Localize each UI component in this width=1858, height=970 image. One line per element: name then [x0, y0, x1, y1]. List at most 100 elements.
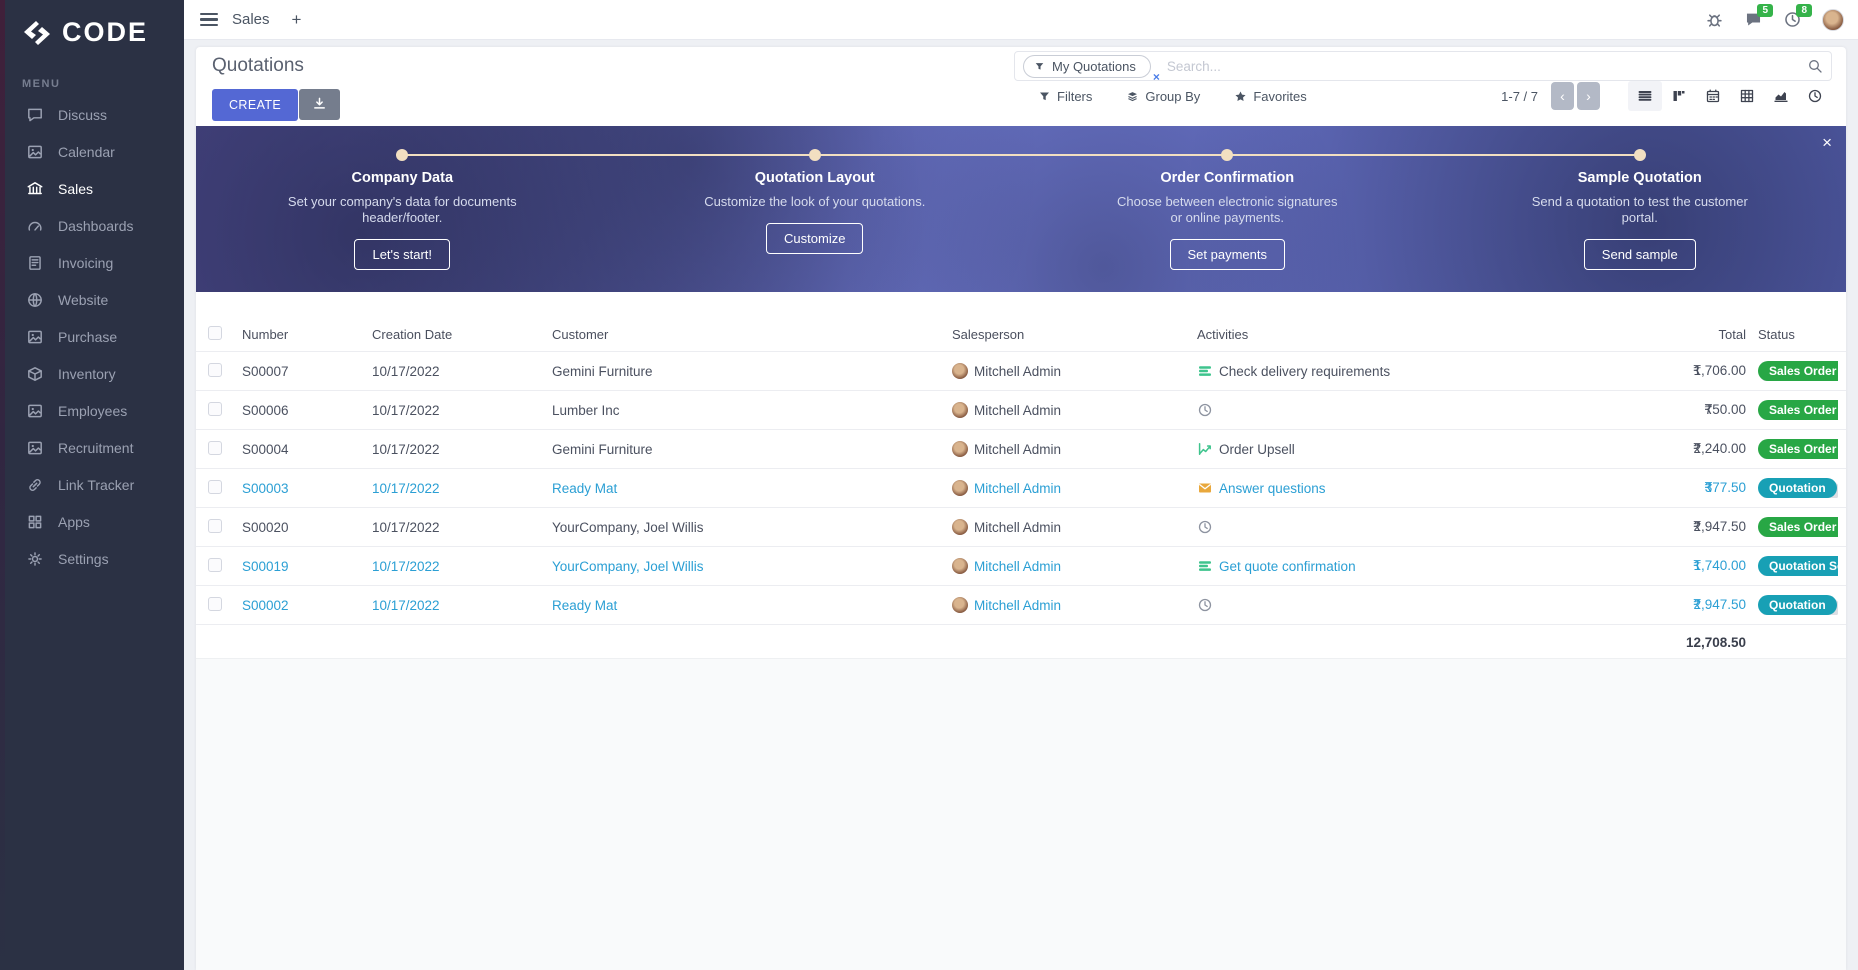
logo-glyph-icon — [20, 20, 54, 46]
view-pivot-button[interactable] — [1730, 81, 1764, 111]
sidebar-item-discuss[interactable]: Discuss — [0, 96, 184, 133]
add-tab-button[interactable]: + — [292, 10, 302, 30]
clock-icon[interactable] — [1197, 597, 1213, 613]
image-icon — [26, 328, 44, 346]
column-total[interactable]: Total — [1578, 327, 1748, 342]
create-button[interactable]: CREATE — [212, 89, 298, 121]
column-status[interactable]: Status — [1748, 327, 1838, 342]
view-calendar-button[interactable] — [1696, 81, 1730, 111]
activity-label[interactable]: Order Upsell — [1219, 442, 1295, 457]
column-activities[interactable]: Activities — [1197, 327, 1578, 342]
row-total: 750.00 — [1705, 402, 1746, 417]
topbar: Sales + 5 8 — [184, 0, 1858, 40]
activity-label[interactable]: Get quote confirmation — [1219, 559, 1356, 574]
step-description: Customize the look of your quotations. — [700, 194, 930, 210]
sidebar-item-sales[interactable]: Sales — [0, 170, 184, 207]
sidebar-item-employees[interactable]: Employees — [0, 392, 184, 429]
view-graph-button[interactable] — [1764, 81, 1798, 111]
app-title[interactable]: Sales — [232, 11, 270, 28]
banner-close-icon[interactable]: × — [1822, 134, 1832, 151]
search-input[interactable] — [1167, 59, 1807, 74]
tasks-icon[interactable] — [1197, 363, 1213, 379]
row-checkbox[interactable] — [208, 402, 222, 416]
table-row[interactable]: S00020 10/17/2022 YourCompany, Joel Will… — [196, 507, 1846, 546]
step-action-button[interactable]: Set payments — [1170, 239, 1286, 270]
table-header: Number Creation Date Customer Salesperso… — [196, 317, 1846, 351]
sidebar-item-invoicing[interactable]: Invoicing — [0, 244, 184, 281]
pager-next-button[interactable]: › — [1577, 82, 1600, 110]
table-row[interactable]: S00003 10/17/2022 Ready Mat Mitchell Adm… — [196, 468, 1846, 507]
row-creation-date: 10/17/2022 — [372, 364, 552, 379]
column-number[interactable]: Number — [242, 327, 372, 342]
onboarding-step: Sample Quotation Send a quotation to tes… — [1434, 126, 1847, 292]
row-number: S00003 — [242, 481, 372, 496]
sidebar-item-settings[interactable]: Settings — [0, 540, 184, 577]
row-salesperson: Mitchell Admin — [974, 364, 1061, 379]
hamburger-menu-icon[interactable] — [200, 10, 218, 29]
column-creation-date[interactable]: Creation Date — [372, 327, 552, 342]
sidebar-item-inventory[interactable]: Inventory — [0, 355, 184, 392]
salesperson-avatar — [952, 558, 968, 574]
sidebar-item-calendar[interactable]: Calendar — [0, 133, 184, 170]
column-customer[interactable]: Customer — [552, 327, 952, 342]
column-salesperson[interactable]: Salesperson — [952, 327, 1197, 342]
debug-bug-icon[interactable] — [1705, 10, 1724, 29]
status-badge: Sales Order — [1758, 400, 1838, 420]
search-icon[interactable] — [1807, 58, 1823, 74]
step-action-button[interactable]: Customize — [766, 223, 863, 254]
step-action-button[interactable]: Let's start! — [354, 239, 450, 270]
activity-label[interactable]: Answer questions — [1219, 481, 1326, 496]
row-creation-date: 10/17/2022 — [372, 598, 552, 613]
sidebar-item-purchase[interactable]: Purchase — [0, 318, 184, 355]
filters-button[interactable]: Filters — [1038, 89, 1092, 104]
row-checkbox[interactable] — [208, 519, 222, 533]
view-list-button[interactable] — [1628, 81, 1662, 111]
image-icon — [26, 402, 44, 420]
row-checkbox[interactable] — [208, 441, 222, 455]
menu-section-label: MENU — [22, 78, 184, 90]
row-checkbox[interactable] — [208, 597, 222, 611]
step-title: Sample Quotation — [1434, 170, 1847, 186]
row-number: S00019 — [242, 559, 372, 574]
filter-facet[interactable]: My Quotations × — [1023, 55, 1151, 78]
sidebar-item-apps[interactable]: Apps — [0, 503, 184, 540]
table-row[interactable]: S00006 10/17/2022 Lumber Inc Mitchell Ad… — [196, 390, 1846, 429]
step-description: Send a quotation to test the customer po… — [1525, 194, 1755, 226]
table-row[interactable]: S00004 10/17/2022 Gemini Furniture Mitch… — [196, 429, 1846, 468]
row-checkbox[interactable] — [208, 558, 222, 572]
status-badge: Sales Order — [1758, 517, 1838, 537]
row-checkbox[interactable] — [208, 363, 222, 377]
clock-icon[interactable] — [1197, 402, 1213, 418]
step-action-button[interactable]: Send sample — [1584, 239, 1696, 270]
status-badge: Sales Order — [1758, 361, 1838, 381]
user-avatar[interactable] — [1822, 9, 1844, 31]
activity-label[interactable]: Check delivery requirements — [1219, 364, 1390, 379]
search-bar[interactable]: My Quotations × — [1014, 51, 1832, 81]
sidebar-item-website[interactable]: Website — [0, 281, 184, 318]
sidebar-item-link-tracker[interactable]: Link Tracker — [0, 466, 184, 503]
export-button[interactable] — [299, 89, 340, 120]
sidebar-item-recruitment[interactable]: Recruitment — [0, 429, 184, 466]
row-salesperson: Mitchell Admin — [974, 442, 1061, 457]
select-all-checkbox[interactable] — [208, 326, 222, 340]
view-activity-button[interactable] — [1798, 81, 1832, 111]
table-row[interactable]: S00019 10/17/2022 YourCompany, Joel Will… — [196, 546, 1846, 585]
view-kanban-button[interactable] — [1662, 81, 1696, 111]
pager-previous-button[interactable]: ‹ — [1551, 82, 1574, 110]
table-row[interactable]: S00002 10/17/2022 Ready Mat Mitchell Adm… — [196, 585, 1846, 624]
grid-icon — [26, 513, 44, 531]
tasks-icon[interactable] — [1197, 558, 1213, 574]
groupby-button[interactable]: Group By — [1126, 89, 1200, 104]
row-number: S00007 — [242, 364, 372, 379]
salesperson-avatar — [952, 363, 968, 379]
chart-icon[interactable] — [1197, 441, 1213, 457]
messages-icon[interactable]: 5 — [1744, 10, 1763, 29]
clock-icon[interactable] — [1197, 519, 1213, 535]
row-checkbox[interactable] — [208, 480, 222, 494]
envelope-icon[interactable] — [1197, 480, 1213, 496]
favorites-button[interactable]: Favorites — [1234, 89, 1306, 104]
star-icon — [1234, 90, 1247, 103]
table-row[interactable]: S00007 10/17/2022 Gemini Furniture Mitch… — [196, 351, 1846, 390]
activity-clock-icon[interactable]: 8 — [1783, 10, 1802, 29]
sidebar-item-dashboards[interactable]: Dashboards — [0, 207, 184, 244]
